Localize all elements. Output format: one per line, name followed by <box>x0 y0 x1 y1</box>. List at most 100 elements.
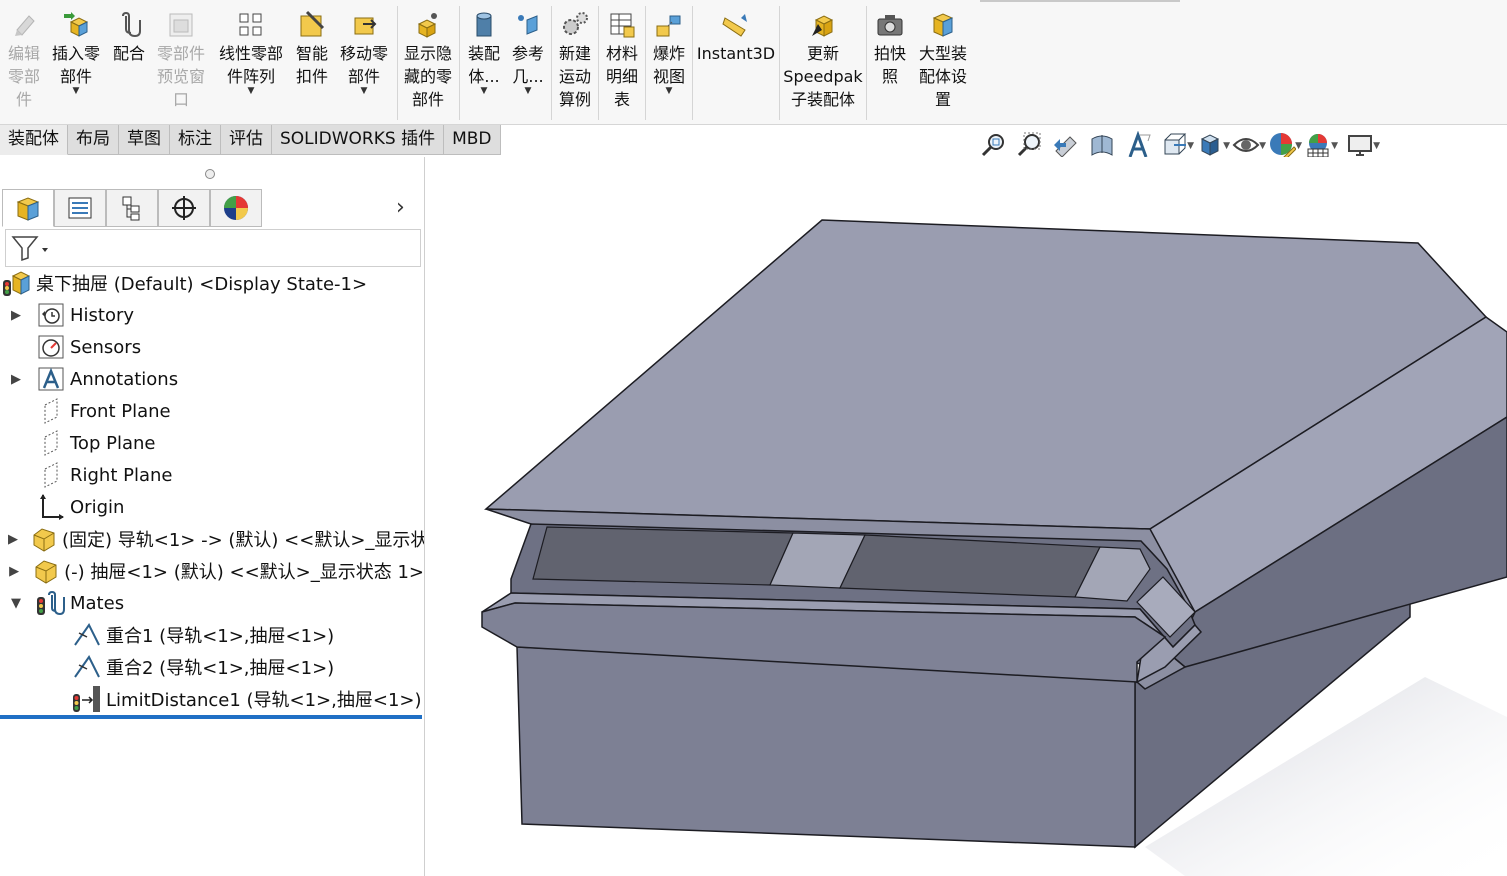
bom-icon <box>610 13 635 38</box>
tree-item-mates[interactable]: ▼ Mates <box>0 587 424 619</box>
tree-root-label: 桌下抽屉 (Default) <Display State-1> <box>36 274 368 295</box>
tab-assembly[interactable]: 装配体 <box>0 125 68 155</box>
ribbon-separator <box>551 6 552 120</box>
new-motion-study-button[interactable]: 新建 运动 算例 <box>554 8 596 120</box>
snapshot-icon <box>877 15 903 36</box>
move-component-icon <box>354 17 377 35</box>
reference-geometry-icon <box>518 15 538 35</box>
chevron-right-icon[interactable]: › <box>396 195 405 220</box>
zoom-to-area-icon <box>1017 132 1041 157</box>
tab-markup[interactable]: 标注 <box>170 125 221 155</box>
propertymanager-tab-icon <box>68 197 92 219</box>
panel-tab-strip <box>2 189 420 227</box>
tree-item-sensors[interactable]: Sensors <box>0 331 424 363</box>
panel-splitter-handle[interactable] <box>205 169 215 179</box>
dimxpert-tab-icon <box>172 196 196 220</box>
part-icon <box>32 557 60 585</box>
expand-arrow-icon[interactable]: ▶ <box>8 372 24 387</box>
bill-of-materials-button[interactable]: 材料 明细 表 <box>601 8 643 120</box>
previous-view-icon <box>1054 136 1077 158</box>
ribbon-separator <box>397 6 398 120</box>
filter-icon[interactable] <box>10 234 50 262</box>
dimxpert-tab[interactable] <box>158 189 210 227</box>
featuremanager-tab[interactable] <box>2 189 54 227</box>
ribbon-separator <box>598 6 599 120</box>
drawer-assembly-model[interactable] <box>425 157 1507 876</box>
view-orientation-icon <box>1164 133 1187 155</box>
ribbon-separator <box>459 6 460 120</box>
tab-layout[interactable]: 布局 <box>68 125 119 155</box>
exploded-view-icon <box>656 15 681 37</box>
chevron-down-icon[interactable]: ▼ <box>1373 141 1380 151</box>
configurationmanager-tab-icon <box>122 196 140 221</box>
insert-components-button[interactable]: 插入零 部件 ▼ <box>48 8 104 120</box>
chevron-down-icon[interactable]: ▼ <box>361 86 368 96</box>
move-component-button[interactable]: 移动零 部件 ▼ <box>336 8 392 120</box>
propertymanager-tab[interactable] <box>54 189 106 227</box>
tree-item-mate-coincident1[interactable]: 重合1 (导轨<1>,抽屉<1>) <box>0 619 424 651</box>
component-preview-button[interactable]: 零部件 预览窗 口 <box>153 8 209 120</box>
tree-item-right-plane[interactable]: Right Plane <box>0 459 424 491</box>
tree-root-assembly[interactable]: 桌下抽屉 (Default) <Display State-1> <box>0 267 424 299</box>
expand-arrow-icon[interactable]: ▶ <box>8 564 20 579</box>
tree-item-mate-limit-distance[interactable]: LimitDistance1 (导轨<1>,抽屉<1>) <box>0 683 424 715</box>
expand-arrow-icon[interactable]: ▶ <box>8 308 24 323</box>
tab-evaluate[interactable]: 评估 <box>221 125 272 155</box>
sensors-icon <box>36 333 66 361</box>
tree-item-annotations[interactable]: ▶ Annotations <box>0 363 424 395</box>
chevron-down-icon[interactable]: ▼ <box>73 86 80 96</box>
displaymanager-tab-icon <box>224 196 248 220</box>
mate-button[interactable]: 配合 <box>108 8 150 120</box>
apply-scene-icon <box>1307 134 1329 158</box>
plane-icon <box>36 429 66 457</box>
tab-solidworks-addins[interactable]: SOLIDWORKS 插件 <box>272 125 445 155</box>
plane-icon <box>36 397 66 425</box>
linear-pattern-button[interactable]: 线性零部 件阵列 ▼ <box>214 8 288 120</box>
hide-show-items-icon <box>1232 138 1260 152</box>
chevron-down-icon[interactable]: ▼ <box>248 86 255 96</box>
tree-item-top-plane[interactable]: Top Plane <box>0 427 424 459</box>
tree-item-history[interactable]: ▶ History <box>0 299 424 331</box>
smart-fasteners-icon <box>300 10 325 37</box>
exploded-view-button[interactable]: 爆炸 视图 ▼ <box>648 8 690 120</box>
tree-rollback-bar[interactable] <box>0 715 422 719</box>
coincident-mate-icon <box>72 621 102 649</box>
assembly-features-icon <box>476 12 492 37</box>
tab-sketch[interactable]: 草图 <box>119 125 170 155</box>
ribbon-separator <box>866 6 867 120</box>
instant3d-icon <box>722 14 747 37</box>
graphics-area[interactable] <box>425 157 1507 876</box>
instant3d-button[interactable]: Instant3D <box>696 8 776 120</box>
ribbon-top-line <box>980 0 1180 2</box>
configurationmanager-tab[interactable] <box>106 189 158 227</box>
speedpak-icon <box>812 15 834 37</box>
feature-manager-panel: › 桌下抽屉 (Default) <Display State-1> ▶ His… <box>0 157 425 876</box>
chevron-down-icon[interactable]: ▼ <box>481 86 488 96</box>
update-speedpak-button[interactable]: 更新 Speedpak 子装配体 <box>783 8 863 120</box>
chevron-down-icon[interactable]: ▼ <box>525 86 532 96</box>
tree-item-mate-coincident2[interactable]: 重合2 (导轨<1>,抽屉<1>) <box>0 651 424 683</box>
ribbon-separator <box>645 6 646 120</box>
tree-item-drawer-part[interactable]: ▶ (-) 抽屉<1> (默认) <<默认>_显示状态 1> <box>0 555 424 587</box>
displaymanager-tab[interactable] <box>210 189 262 227</box>
tree-item-front-plane[interactable]: Front Plane <box>0 395 424 427</box>
large-assembly-settings-button[interactable]: 大型装 配体设 置 <box>914 8 972 120</box>
smart-fasteners-button[interactable]: 智能 扣件 <box>292 8 332 120</box>
ribbon-separator <box>779 6 780 120</box>
zoom-to-fit-icon <box>981 134 1004 157</box>
assembly-features-button[interactable]: 装配 体... ▼ <box>462 8 506 120</box>
show-hidden-components-button[interactable]: 显示隐 藏的零 部件 <box>400 8 456 120</box>
tree-filter-bar[interactable] <box>5 229 421 267</box>
edit-appearance-icon <box>1270 133 1296 159</box>
edit-component-button[interactable]: 编辑 零部 件 <box>4 8 44 120</box>
linear-pattern-icon <box>239 13 262 36</box>
tab-mbd[interactable]: MBD <box>444 125 501 155</box>
tree-item-rail-part[interactable]: ▶ (固定) 导轨<1> -> (默认) <<默认>_显示状态 1> <box>0 523 424 555</box>
collapse-arrow-icon[interactable]: ▼ <box>8 596 24 611</box>
chevron-down-icon[interactable]: ▼ <box>1331 141 1338 151</box>
expand-arrow-icon[interactable]: ▶ <box>8 532 18 547</box>
chevron-down-icon[interactable]: ▼ <box>666 86 673 96</box>
snapshot-button[interactable]: 拍快 照 <box>869 8 911 120</box>
tree-item-origin[interactable]: Origin <box>0 491 424 523</box>
reference-geometry-button[interactable]: 参考 几... ▼ <box>508 8 548 120</box>
